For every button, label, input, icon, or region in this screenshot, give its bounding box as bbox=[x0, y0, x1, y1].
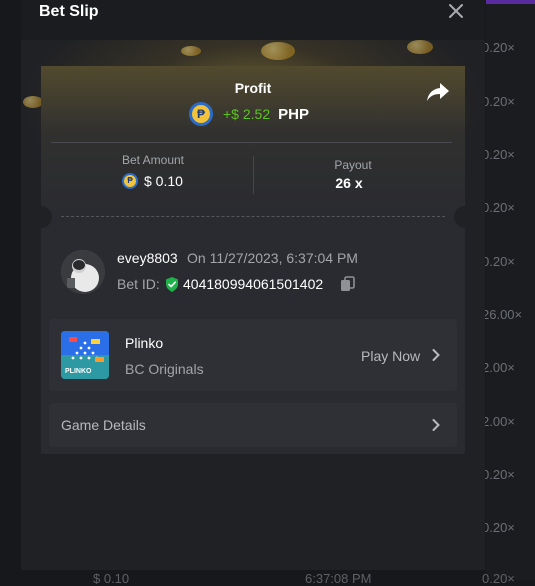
peso-coin-icon: ₱ bbox=[189, 102, 213, 126]
background-multiplier: 0.20× bbox=[482, 467, 515, 482]
share-icon[interactable] bbox=[426, 81, 450, 103]
game-provider: BC Originals bbox=[125, 361, 204, 377]
game-details-row[interactable]: Game Details bbox=[49, 403, 457, 447]
background-multiplier: 26.00× bbox=[482, 307, 523, 322]
background-multiplier: 0.20× bbox=[482, 520, 515, 535]
play-now-button[interactable]: Play Now bbox=[361, 348, 420, 364]
bet-id-value: 404180994061501402 bbox=[183, 276, 324, 292]
bet-date: On 11/27/2023, 6:37:04 PM bbox=[187, 250, 358, 266]
divider bbox=[51, 142, 452, 143]
background-multiplier: 0.20× bbox=[482, 254, 515, 269]
chevron-right-icon bbox=[432, 349, 440, 361]
plinko-thumbnail-art: PLINKO bbox=[61, 331, 109, 379]
background-bet-multiplier: 0.20× bbox=[482, 571, 515, 586]
game-row[interactable]: PLINKO Plinko BC Originals Play Now bbox=[49, 319, 457, 391]
profit-amount: +$ 2.52 bbox=[223, 106, 271, 122]
ticket-notch-left bbox=[30, 206, 52, 228]
background-bet-amount: $ 0.10 bbox=[93, 571, 130, 586]
copy-icon[interactable] bbox=[340, 276, 355, 292]
game-details-label: Game Details bbox=[61, 417, 146, 433]
peso-coin-icon: ₱ bbox=[122, 173, 138, 189]
background-multiplier: 0.20× bbox=[482, 147, 515, 162]
background-multiplier-column bbox=[486, 0, 535, 580]
background-bet-time: 6:37:08 PM bbox=[305, 571, 372, 586]
chevron-right-icon bbox=[432, 419, 440, 431]
avatar-image bbox=[61, 250, 105, 294]
modal-title: Bet Slip bbox=[39, 3, 99, 20]
payout-label: Payout bbox=[334, 158, 372, 172]
background-multiplier: 2.00× bbox=[482, 414, 515, 429]
ticket-notch-right bbox=[454, 206, 476, 228]
plinko-thumbnail-text: PLINKO bbox=[65, 368, 92, 375]
background-multiplier: 0.20× bbox=[482, 40, 515, 55]
bet-amount-label: Bet Amount bbox=[121, 153, 185, 167]
verified-shield-icon bbox=[166, 277, 178, 292]
payout-value: 26 x bbox=[335, 175, 363, 191]
modal-header: Bet Slip bbox=[21, 0, 485, 40]
background-multiplier: 0.20× bbox=[482, 94, 515, 109]
bet-amount-value: $ 0.10 bbox=[144, 173, 183, 189]
profit-row: ₱ +$ 2.52 PHP bbox=[189, 100, 309, 128]
plinko-thumbnail: PLINKO bbox=[61, 331, 109, 379]
coin-decoration bbox=[407, 40, 433, 54]
game-name: Plinko bbox=[125, 335, 164, 351]
background-accent-bar bbox=[486, 0, 535, 4]
profit-label: Profit bbox=[234, 80, 272, 96]
stat-separator bbox=[253, 156, 254, 194]
coin-decoration bbox=[23, 96, 43, 108]
username[interactable]: evey8803 bbox=[117, 250, 178, 266]
background-multiplier: 0.20× bbox=[482, 200, 515, 215]
close-icon bbox=[449, 4, 463, 18]
background-multiplier: 2.00× bbox=[482, 360, 515, 375]
bet-slip-modal: Bet Slip Profit ₱ +$ 2.52 PHP Bet Amount… bbox=[21, 0, 485, 570]
profit-currency: PHP bbox=[278, 105, 309, 123]
bet-id-label: Bet ID: bbox=[117, 276, 160, 292]
avatar[interactable] bbox=[61, 250, 105, 294]
bet-card: Profit ₱ +$ 2.52 PHP Bet Amount ₱ $ 0.10… bbox=[30, 66, 476, 454]
coin-decoration bbox=[181, 46, 201, 56]
dashed-divider bbox=[61, 216, 445, 217]
coin-decoration bbox=[261, 42, 295, 60]
bet-amount-row: ₱ $ 0.10 bbox=[122, 173, 183, 189]
close-button[interactable] bbox=[445, 0, 467, 22]
